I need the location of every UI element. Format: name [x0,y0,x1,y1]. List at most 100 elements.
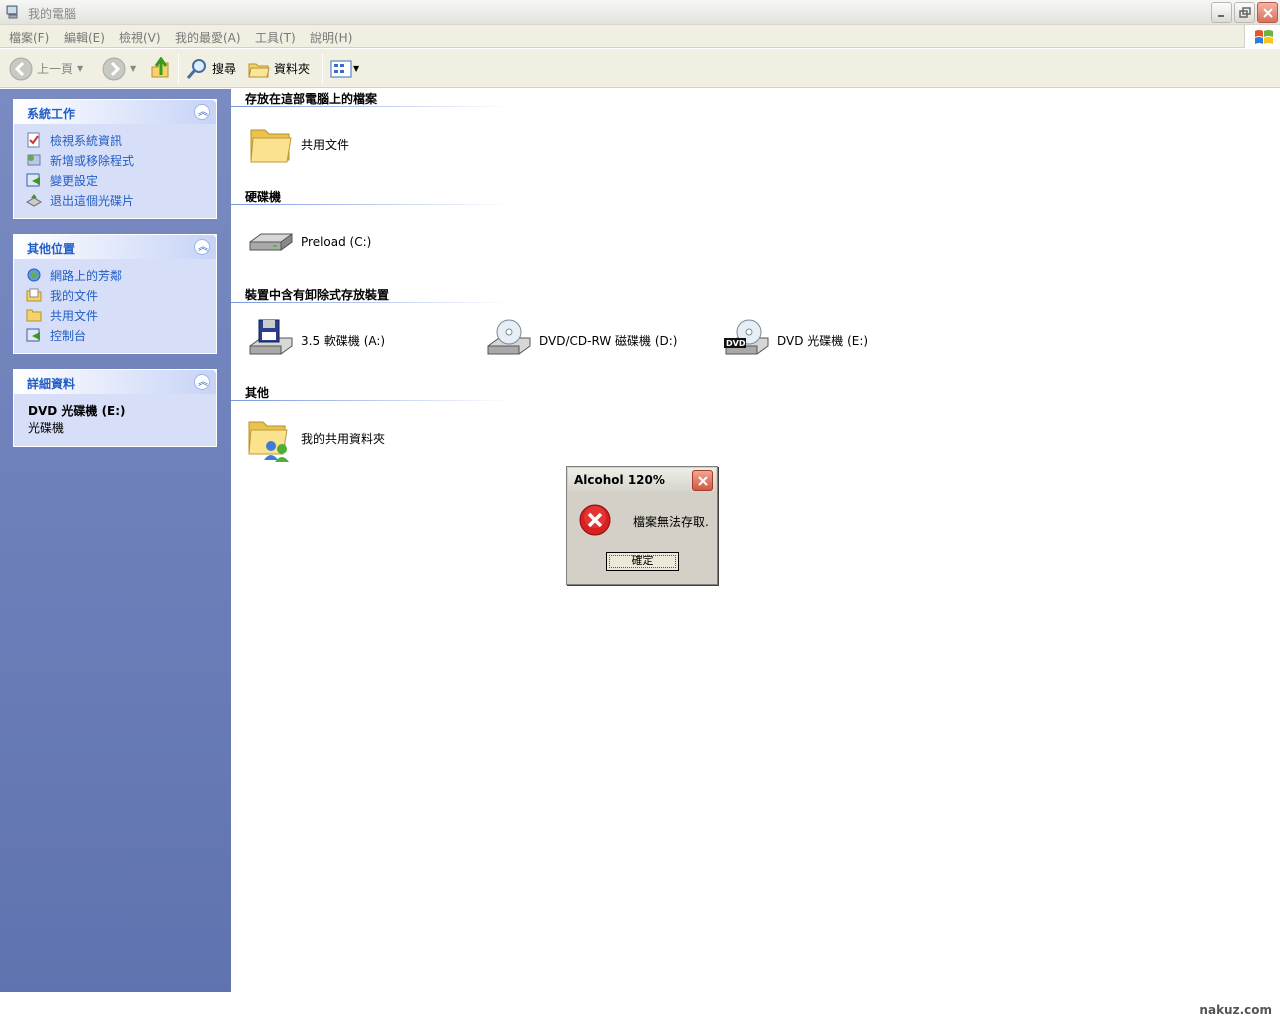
close-icon [698,476,708,486]
watermark: nakuz.com [1199,1003,1272,1017]
detail-item-name: DVD 光碟機 (E:) [28,404,126,418]
group-divider [231,302,511,303]
group-divider [231,204,511,205]
views-button[interactable]: ▼ [330,49,359,88]
back-label: 上一頁 [37,62,74,76]
add-remove-programs-icon [27,154,41,166]
system-tasks-panel: 系統工作 ︽ 檢視系統資訊 新增或移除程式 變更設定 退出這個光碟片 [13,99,217,219]
dialog-title: Alcohol 120% [574,473,665,487]
views-dropdown-icon[interactable]: ▼ [353,64,359,73]
group-header: 存放在這部電腦上的檔案 [245,92,378,106]
menu-help[interactable]: 說明(H) [310,29,352,46]
menu-tools[interactable]: 工具(T) [255,29,296,46]
network-globe-icon [27,268,41,282]
dialog-title-bar[interactable]: Alcohol 120% [568,468,716,492]
item-dvd-cdrw-d[interactable]: DVD/CD-RW 磁碟機 (D:) [485,316,677,364]
group-divider [231,400,511,401]
folders-label: 資料夾 [274,62,311,76]
forward-dropdown-icon[interactable]: ▼ [130,64,136,73]
item-shared-documents[interactable]: 共用文件 [247,120,349,168]
windows-flag-icon [1255,30,1273,44]
minimize-icon [1218,15,1224,17]
my-documents-icon [26,288,42,302]
menu-bar: 檔案(F) 編輯(E) 檢視(V) 我的最愛(A) 工具(T) 說明(H) [0,25,1280,48]
search-button[interactable]: 搜尋 [186,49,236,88]
collapse-icon[interactable]: ︽ [194,239,210,255]
place-my-documents[interactable]: 我的文件 [26,285,216,305]
toolbar-separator [322,54,323,84]
group-header: 其他 [245,386,270,400]
group-header: 硬碟機 [245,190,282,204]
detail-item-type: 光碟機 [28,421,65,435]
place-shared-documents[interactable]: 共用文件 [26,305,216,325]
minimize-button[interactable] [1211,2,1232,23]
control-panel-icon [26,328,40,342]
restore-icon [1239,7,1251,18]
task-eject-disc[interactable]: 退出這個光碟片 [26,190,216,210]
item-floppy-a[interactable]: 3.5 軟碟機 (A:) [247,316,385,364]
search-label: 搜尋 [212,62,237,76]
item-my-shared-folder[interactable]: 我的共用資料夾 [247,414,385,462]
title-bar[interactable]: 我的電腦 [0,0,1280,25]
dvd-drive-icon: DVD [724,319,769,355]
menu-edit[interactable]: 編輯(E) [64,29,105,46]
search-icon [186,58,206,79]
task-change-settings[interactable]: 變更設定 [26,170,216,190]
system-tasks-header[interactable]: 系統工作 ︽ [14,100,216,124]
menu-favorites[interactable]: 我的最愛(A) [175,29,241,46]
up-folder-button[interactable] [150,49,172,88]
my-computer-icon [6,5,18,19]
menu-view[interactable]: 檢視(V) [119,29,161,46]
panel-title: 其他位置 [27,242,76,256]
collapse-icon[interactable]: ︽ [194,104,210,120]
back-button[interactable]: 上一頁 ▼ [9,49,83,88]
toolbar-separator [178,54,179,84]
up-folder-icon [151,56,169,77]
folders-icon [248,63,270,77]
back-dropdown-icon[interactable]: ▼ [77,64,83,73]
shared-folder-icon [248,421,289,462]
panel-title: 詳細資料 [27,377,76,391]
group-header: 裝置中含有卸除式存放裝置 [245,288,390,302]
item-drive-c[interactable]: Preload (C:) [247,218,371,266]
control-panel-icon [26,173,40,187]
system-info-icon [27,132,40,148]
collapse-icon[interactable]: ︽ [194,374,210,390]
svg-text:DVD: DVD [726,339,746,348]
task-add-remove-programs[interactable]: 新增或移除程式 [26,150,216,170]
toolbar: 上一頁 ▼ ▼ 搜尋 資料夾 ▼ [0,49,1280,88]
panel-title: 系統工作 [27,107,76,121]
close-icon [1263,8,1273,18]
views-icon [330,60,352,77]
menu-file[interactable]: 檔案(F) [9,29,49,46]
place-network[interactable]: 網路上的芳鄰 [26,265,216,285]
cd-drive-icon [487,319,531,355]
folder-icon [26,309,42,322]
eject-disc-icon [26,194,42,207]
bottom-strip [0,995,1280,1024]
error-dialog: Alcohol 120% 檔案無法存取. 確定 [566,466,718,585]
window-title: 我的電腦 [28,7,77,21]
system-tasks-body: 檢視系統資訊 新增或移除程式 變更設定 退出這個光碟片 [14,124,216,218]
forward-arrow-icon [102,57,126,80]
details-panel: 詳細資料 ︽ DVD 光碟機 (E:) 光碟機 [13,369,217,447]
other-places-panel: 其他位置 ︽ 網路上的芳鄰 我的文件 共用文件 控制台 [13,234,217,354]
dialog-close-button[interactable] [692,470,713,491]
group-divider [231,106,511,107]
restore-button[interactable] [1234,2,1255,23]
task-pane: 系統工作 ︽ 檢視系統資訊 新增或移除程式 變更設定 退出這個光碟片 其他位置 … [0,89,231,992]
place-control-panel[interactable]: 控制台 [26,325,216,345]
ok-button[interactable]: 確定 [606,552,679,571]
other-places-header[interactable]: 其他位置 ︽ [14,235,216,259]
error-icon [579,504,611,536]
item-dvd-e[interactable]: DVD DVD 光碟機 (E:) [723,316,868,364]
close-button[interactable] [1257,2,1278,23]
back-arrow-icon [9,57,33,80]
details-header[interactable]: 詳細資料 ︽ [14,370,216,394]
task-view-system-info[interactable]: 檢視系統資訊 [26,130,216,150]
details-body: DVD 光碟機 (E:) 光碟機 [14,394,216,446]
forward-button[interactable]: ▼ [102,49,136,88]
dialog-message: 檔案無法存取. [633,515,709,529]
folders-button[interactable]: 資料夾 [248,49,310,88]
hard-drive-icon [249,233,293,251]
